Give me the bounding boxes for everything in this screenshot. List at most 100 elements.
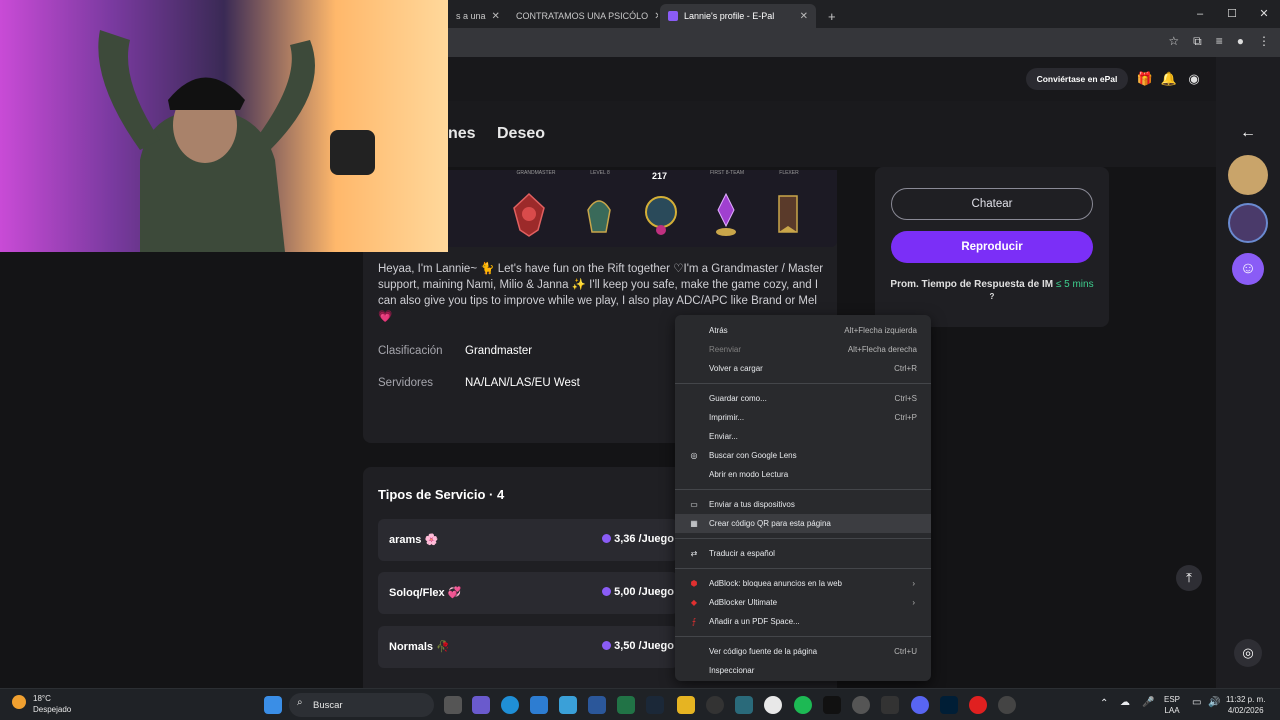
app-icon[interactable] <box>735 696 753 714</box>
tab-youtube[interactable]: CONTRATAMOS UNA PSICÓLO ✕ <box>502 4 658 28</box>
edge-icon[interactable] <box>501 696 519 714</box>
service-name: Normals 🥀 <box>389 641 450 653</box>
menu-item-adblocker-ultimate[interactable]: ◆ AdBlocker Ultimate › <box>675 593 931 612</box>
menu-separator <box>675 489 931 490</box>
app-icon[interactable] <box>706 696 724 714</box>
maximize-button[interactable]: ☐ <box>1216 0 1248 28</box>
folder-icon[interactable] <box>677 696 695 714</box>
discord-icon[interactable] <box>911 696 929 714</box>
menu-item-send[interactable]: Enviar... <box>675 427 931 446</box>
steam-icon[interactable] <box>646 696 664 714</box>
extensions-icon[interactable]: ⧉ <box>1193 34 1202 49</box>
close-icon[interactable]: ✕ <box>486 11 500 22</box>
translate-icon: ⇄ <box>690 549 698 558</box>
discord-icon[interactable]: ◉ <box>1185 70 1203 88</box>
streamer-figure <box>98 30 375 252</box>
epal-mascot-icon[interactable]: ☺ <box>1232 253 1264 285</box>
new-tab-button[interactable]: + <box>820 4 840 28</box>
lens-icon: ◎ <box>690 451 698 460</box>
menu-icon[interactable]: ⋮ <box>1258 34 1270 49</box>
rank-score: 217 <box>652 171 668 181</box>
taskbar-search[interactable]: ⌕ Buscar <box>289 693 434 717</box>
bookmark-star-icon[interactable]: ☆ <box>1168 34 1179 49</box>
booking-card: Chatear Reproducir Prom. Tiempo de Respu… <box>875 167 1109 327</box>
service-price: 3,50 /Juego <box>602 640 674 652</box>
detail-value: NA/LAN/LAS/EU West <box>465 377 580 389</box>
service-row[interactable]: Soloq/Flex 💞 5,00 /Juego <box>378 572 678 614</box>
close-window-button[interactable]: ✕ <box>1248 0 1280 28</box>
mic-icon[interactable]: 🎤 <box>1142 697 1154 708</box>
help-icon[interactable]: ? <box>875 292 1109 301</box>
coin-icon <box>602 641 612 650</box>
gift-icon[interactable]: 🎁 <box>1136 70 1154 88</box>
close-icon[interactable]: ✕ <box>648 11 658 22</box>
play-button[interactable]: Reproducir <box>891 231 1093 263</box>
chevron-up-icon[interactable]: ⌃ <box>1100 698 1108 709</box>
media-player-icon[interactable] <box>998 696 1016 714</box>
shield-icon: ◆ <box>690 598 698 607</box>
tiktok-icon[interactable] <box>823 696 841 714</box>
minimize-button[interactable]: – <box>1184 0 1216 28</box>
menu-item-inspect[interactable]: Inspeccionar <box>675 661 931 680</box>
windows-start-icon[interactable] <box>264 696 282 714</box>
menu-separator <box>675 538 931 539</box>
close-icon[interactable]: ✕ <box>794 11 808 22</box>
menu-item-google-lens[interactable]: ◎ Buscar con Google Lens <box>675 446 931 465</box>
response-value: ≤ 5 mins <box>1055 279 1094 290</box>
menu-item-create-qr[interactable]: ▦ Crear código QR para esta página <box>675 514 931 533</box>
tab-title: CONTRATAMOS UNA PSICÓLO <box>516 11 649 21</box>
bell-icon[interactable]: 🔔 <box>1160 70 1178 88</box>
chevron-right-icon: › <box>912 598 915 607</box>
service-row[interactable]: Normals 🥀 3,50 /Juego <box>378 626 678 668</box>
chat-button[interactable]: Chatear <box>891 188 1093 220</box>
language-indicator[interactable]: ESP LAA <box>1164 694 1180 716</box>
menu-separator <box>675 383 931 384</box>
menu-item-reload[interactable]: Volver a cargar Ctrl+R <box>675 359 931 378</box>
menu-item-adblock[interactable]: ⬢ AdBlock: bloquea anuncios en la web › <box>675 574 931 593</box>
become-epal-button[interactable]: Conviértase en ePal <box>1026 68 1128 90</box>
tab-epal-profile[interactable]: Lannie's profile - E-Pal ✕ <box>660 4 816 28</box>
scroll-to-top-button[interactable]: ⤒ <box>1176 565 1202 591</box>
record-icon[interactable] <box>969 696 987 714</box>
service-price: 3,36 /Juego <box>602 533 674 545</box>
app-icon[interactable] <box>559 696 577 714</box>
word-icon[interactable] <box>588 696 606 714</box>
media-icon[interactable]: ≡ <box>1216 34 1223 49</box>
service-name: Soloq/Flex 💞 <box>389 587 462 599</box>
avatar[interactable] <box>1228 155 1268 195</box>
monitor-icon[interactable]: ▭ <box>1192 697 1201 708</box>
profile-avatar-icon[interactable]: ● <box>1237 34 1244 49</box>
photoshop-icon[interactable] <box>940 696 958 714</box>
clock[interactable]: 11:32 p. m. 4/02/2026 <box>1226 694 1265 716</box>
chrome-icon[interactable] <box>764 696 782 714</box>
settings-icon[interactable] <box>852 696 870 714</box>
weather-widget[interactable]: 18°C Despejado <box>33 693 71 715</box>
back-arrow-icon[interactable]: ← <box>1228 113 1268 153</box>
tab-wishlist[interactable]: Deseo <box>497 125 545 143</box>
tab-previous[interactable]: s a una ✕ <box>448 4 500 28</box>
menu-item-translate[interactable]: ⇄ Traducir a español <box>675 544 931 563</box>
support-icon[interactable]: ◎ <box>1234 639 1262 667</box>
avatar[interactable] <box>1228 203 1268 243</box>
menu-item-pdf-space[interactable]: ⨍ Añadir a un PDF Space... <box>675 612 931 631</box>
level-emblem-icon <box>587 200 611 233</box>
adblock-icon: ⬢ <box>690 579 698 588</box>
store-icon[interactable] <box>530 696 548 714</box>
spotify-icon[interactable] <box>794 696 812 714</box>
mastery-emblem-icon <box>645 196 677 235</box>
service-row[interactable]: arams 🌸 3,36 /Juego <box>378 519 678 561</box>
excel-icon[interactable] <box>617 696 635 714</box>
volume-icon[interactable]: 🔊 <box>1208 697 1220 708</box>
menu-item-view-source[interactable]: Ver código fuente de la página Ctrl+U <box>675 642 931 661</box>
tab-reviews[interactable]: nes <box>448 125 476 143</box>
menu-item-reading-mode[interactable]: Abrir en modo Lectura <box>675 465 931 484</box>
menu-item-print[interactable]: Imprimir... Ctrl+P <box>675 408 931 427</box>
menu-item-save-as[interactable]: Guardar como... Ctrl+S <box>675 389 931 408</box>
task-view-icon[interactable] <box>444 696 462 714</box>
cloud-icon[interactable]: ☁ <box>1120 697 1130 708</box>
epic-games-icon[interactable] <box>881 696 899 714</box>
detail-value: Grandmaster <box>465 345 533 357</box>
copilot-icon[interactable] <box>472 696 490 714</box>
menu-item-back[interactable]: Atrás Alt+Flecha izquierda <box>675 321 931 340</box>
menu-item-send-to-devices[interactable]: ▭ Enviar a tus dispositivos <box>675 495 931 514</box>
